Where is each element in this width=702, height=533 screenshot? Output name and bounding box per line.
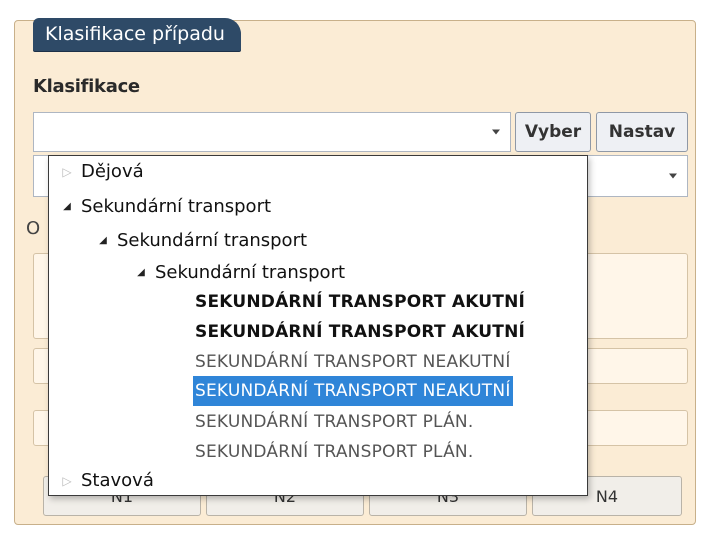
tree-leaf-nonacute-1[interactable]: SEKUNDÁRNÍ TRANSPORT NEAKUTNÍ bbox=[193, 347, 513, 377]
expand-arrow-icon[interactable]: ▷ bbox=[59, 158, 75, 186]
tree-leaf-nonacute-selected[interactable]: SEKUNDÁRNÍ TRANSPORT NEAKUTNÍ bbox=[193, 376, 513, 406]
tree-node-label: Stavová bbox=[81, 470, 154, 491]
tree-node-secondary-transport-l3[interactable]: ◢ Sekundární transport bbox=[133, 259, 345, 287]
collapse-arrow-icon[interactable]: ◢ bbox=[133, 259, 149, 287]
tree-leaf-acute-2[interactable]: SEKUNDÁRNÍ TRANSPORT AKUTNÍ bbox=[193, 317, 527, 347]
chevron-down-icon[interactable] bbox=[669, 173, 677, 179]
tree-leaf-planned-1[interactable]: SEKUNDÁRNÍ TRANSPORT PLÁN. bbox=[193, 407, 475, 437]
tree-node-dejova[interactable]: ▷ Dějová bbox=[59, 158, 144, 186]
expand-arrow-icon[interactable]: ▷ bbox=[59, 467, 75, 495]
tree-node-label: Sekundární transport bbox=[117, 230, 308, 251]
tree-leaf-acute-1[interactable]: SEKUNDÁRNÍ TRANSPORT AKUTNÍ bbox=[193, 287, 527, 317]
tree-node-label: Sekundární transport bbox=[81, 196, 272, 217]
tree-leaf-planned-2[interactable]: SEKUNDÁRNÍ TRANSPORT PLÁN. bbox=[193, 437, 475, 467]
classification-tree-popup: ▷ Dějová ◢ Sekundární transport ◢ Sekundárn… bbox=[48, 155, 588, 496]
tree-node-label: Sekundární transport bbox=[155, 262, 346, 283]
collapse-arrow-icon[interactable]: ◢ bbox=[95, 227, 111, 255]
tree-node-secondary-transport-l2[interactable]: ◢ Sekundární transport bbox=[95, 227, 307, 255]
panel-title-tab: Klasifikace případu bbox=[33, 18, 241, 51]
collapse-arrow-icon[interactable]: ◢ bbox=[59, 193, 75, 221]
tree-node-label: Dějová bbox=[81, 161, 144, 182]
tree-node-stavova[interactable]: ▷ Stavová bbox=[59, 467, 154, 495]
chevron-down-icon[interactable] bbox=[492, 129, 500, 135]
section-label-partial: O bbox=[26, 218, 40, 239]
classification-label: Klasifikace bbox=[33, 76, 140, 97]
set-button[interactable]: Nastav bbox=[596, 112, 688, 152]
classification-combo[interactable] bbox=[33, 112, 511, 152]
tree-node-secondary-transport[interactable]: ◢ Sekundární transport bbox=[59, 193, 271, 221]
select-button[interactable]: Vyber bbox=[515, 112, 591, 152]
